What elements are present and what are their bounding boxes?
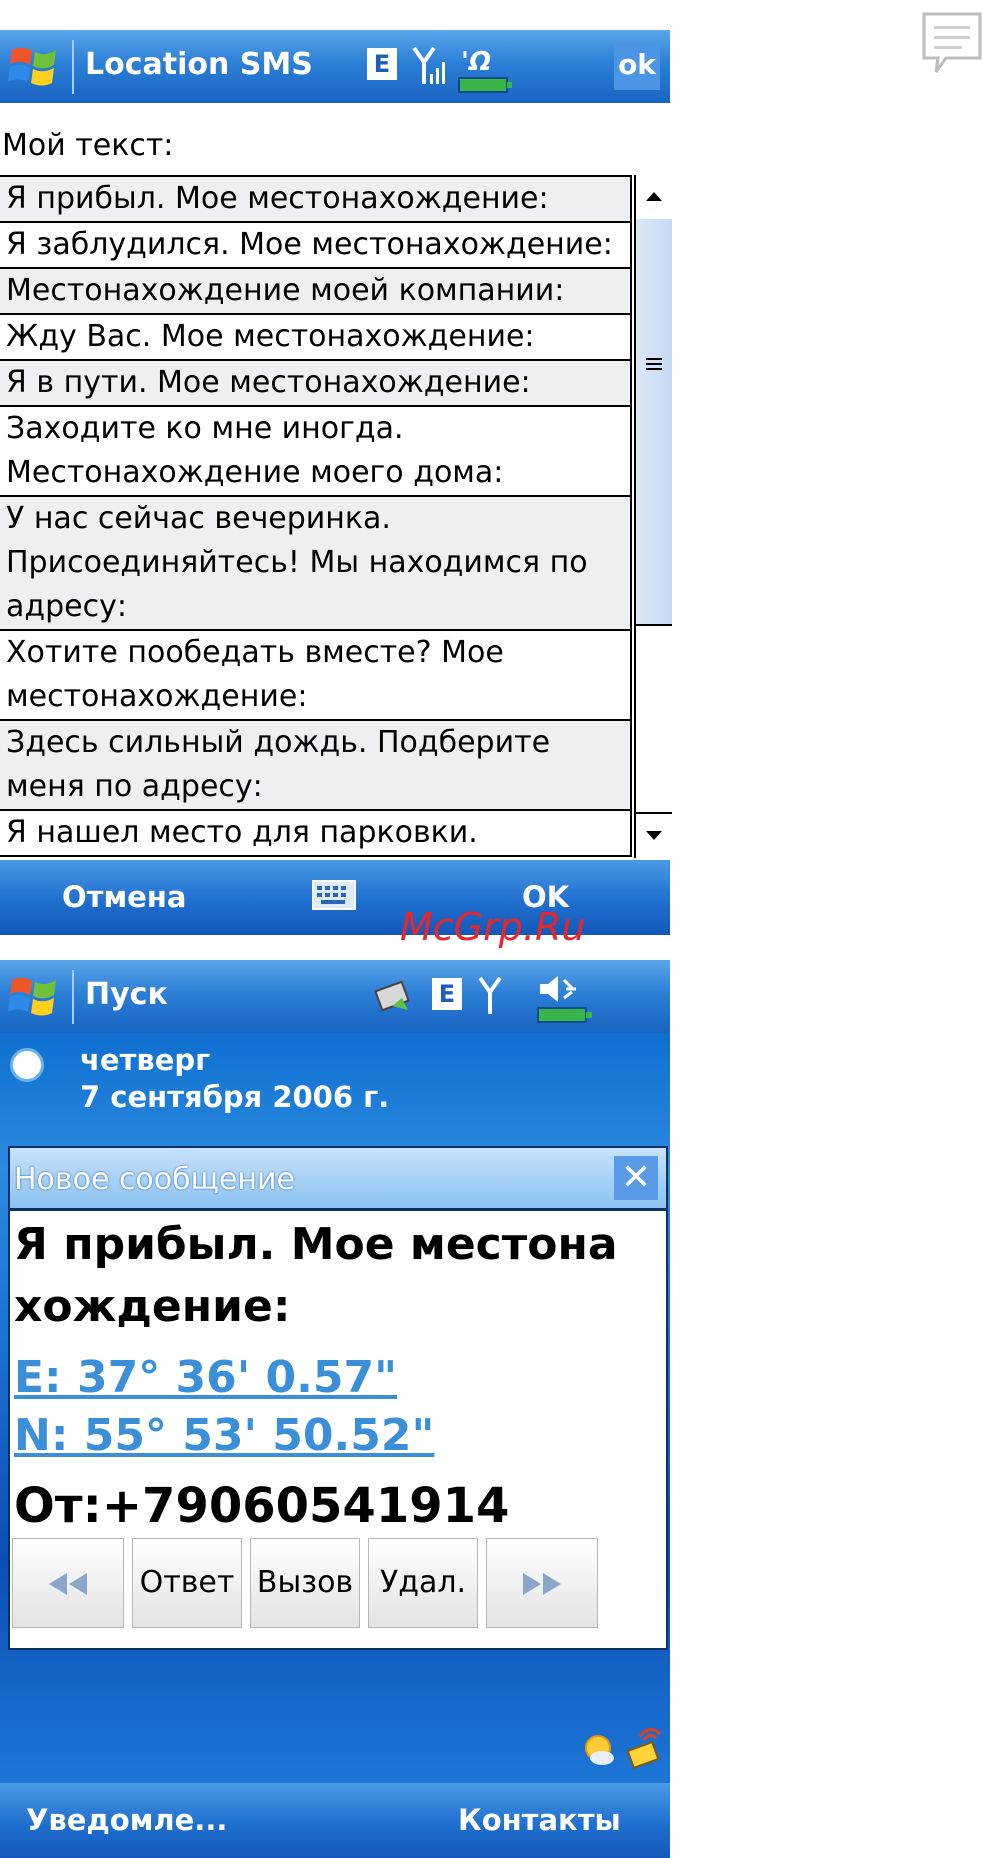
keyboard-icon[interactable]: [312, 880, 356, 910]
scroll-thumb[interactable]: [636, 219, 672, 626]
popup-header: Новое сообщение ✕: [10, 1148, 666, 1211]
call-label: Вызов: [256, 1565, 354, 1600]
sender-text: От:+79060541914: [14, 1478, 510, 1534]
network-label: E: [438, 980, 456, 1008]
popup-title: Новое сообщение: [14, 1162, 295, 1197]
contacts-softkey[interactable]: Контакты: [458, 1803, 621, 1837]
list-item[interactable]: Жду Вас. Мое местонахождение:: [0, 315, 632, 361]
fast-forward-icon: [523, 1572, 561, 1595]
previous-button[interactable]: [12, 1538, 124, 1628]
signal-icon: [478, 976, 502, 1014]
network-label: E: [373, 50, 391, 78]
svg-text:'Ω: 'Ω: [461, 47, 491, 77]
title-bar: Location SMS E 'Ω ok: [0, 30, 670, 103]
reply-label: Ответ: [139, 1565, 235, 1600]
list-item[interactable]: Хотите пообедать вместе? Мое местонахожд…: [0, 631, 632, 721]
list-item[interactable]: Я в пути. Мое местонахождение:: [0, 361, 632, 407]
next-button[interactable]: [486, 1538, 598, 1628]
notifications-softkey[interactable]: Уведомле...: [26, 1803, 227, 1837]
scroll-up-button[interactable]: [636, 175, 672, 219]
ok-label: ok: [618, 48, 656, 81]
scroll-grip-icon: [646, 358, 662, 373]
delete-button[interactable]: Удал.: [368, 1538, 478, 1628]
list-item[interactable]: Я прибыл. Мое местонахождение:: [0, 177, 632, 223]
ok-button[interactable]: ok: [614, 42, 660, 90]
softkey-bar: Уведомле... Контакты: [0, 1783, 670, 1858]
list-item[interactable]: У нас сейчас вечеринка. Присоединяйтесь!…: [0, 497, 632, 631]
edge-network-icon: E: [432, 978, 462, 1010]
list-item[interactable]: Местонахождение моей компании:: [0, 269, 632, 315]
latitude-link[interactable]: N: 55° 53' 50.52": [14, 1410, 434, 1461]
cancel-softkey[interactable]: Отмена: [62, 880, 186, 914]
list-item[interactable]: Заходите ко мне иногда. Местонахождение …: [0, 407, 632, 497]
start-title-bar: Пуск E: [0, 960, 670, 1033]
list-item[interactable]: Я нашел место для парковки.: [0, 811, 632, 857]
arrow-up-icon: [646, 192, 662, 201]
volume-battery-icon: [537, 976, 592, 1023]
date-text[interactable]: 7 сентября 2006 г.: [80, 1080, 389, 1114]
delete-label: Удал.: [379, 1565, 467, 1600]
reply-button[interactable]: Ответ: [132, 1538, 242, 1628]
list-item[interactable]: Здесь сильный дождь. Подберите меня по а…: [0, 721, 632, 811]
new-message-popup: Новое сообщение ✕ Я прибыл. Мое местона …: [8, 1146, 668, 1650]
weekday-text[interactable]: четверг: [80, 1043, 210, 1077]
longitude-link[interactable]: E: 37° 36' 0.57": [14, 1352, 397, 1403]
weather-icon[interactable]: [578, 1730, 618, 1770]
message-text: Я прибыл. Мое местона хождение:: [14, 1219, 618, 1332]
close-button[interactable]: ✕: [614, 1156, 658, 1200]
list-scrollbar[interactable]: [634, 175, 672, 858]
my-text-label: Мой текст:: [2, 128, 174, 163]
windows-start-icon[interactable]: [8, 972, 58, 1022]
title-separator: [72, 40, 74, 94]
title-separator: [72, 970, 74, 1024]
close-icon: ✕: [620, 1157, 652, 1198]
wireless-icon[interactable]: [624, 1724, 664, 1770]
signal-icon: [412, 46, 445, 84]
scroll-down-button[interactable]: [636, 812, 672, 858]
list-item[interactable]: Я заблудился. Мое местонахождение:: [0, 223, 632, 269]
edge-network-icon: E: [367, 48, 397, 80]
battery-phone-icon: 'Ω: [458, 47, 512, 93]
location-sms-screen: Location SMS E 'Ω ok Мой текст: Я прибыл…: [0, 0, 672, 935]
windows-start-icon[interactable]: [8, 42, 58, 92]
arrow-down-icon: [646, 831, 662, 840]
watermark-text: McGrp.Ru: [400, 905, 586, 949]
rewind-icon: [49, 1572, 87, 1595]
start-title[interactable]: Пуск: [85, 977, 168, 1012]
today-screen: Пуск E четверг 7 сентября 2006 г. Новое …: [0, 960, 670, 1858]
sync-icon: [374, 980, 410, 1012]
comment-bubble-icon[interactable]: [920, 10, 984, 76]
call-button[interactable]: Вызов: [250, 1538, 360, 1628]
clock-icon[interactable]: [10, 1048, 44, 1082]
message-template-list[interactable]: Я прибыл. Мое местонахождение: Я заблуди…: [0, 175, 632, 860]
app-title: Location SMS: [85, 47, 313, 82]
